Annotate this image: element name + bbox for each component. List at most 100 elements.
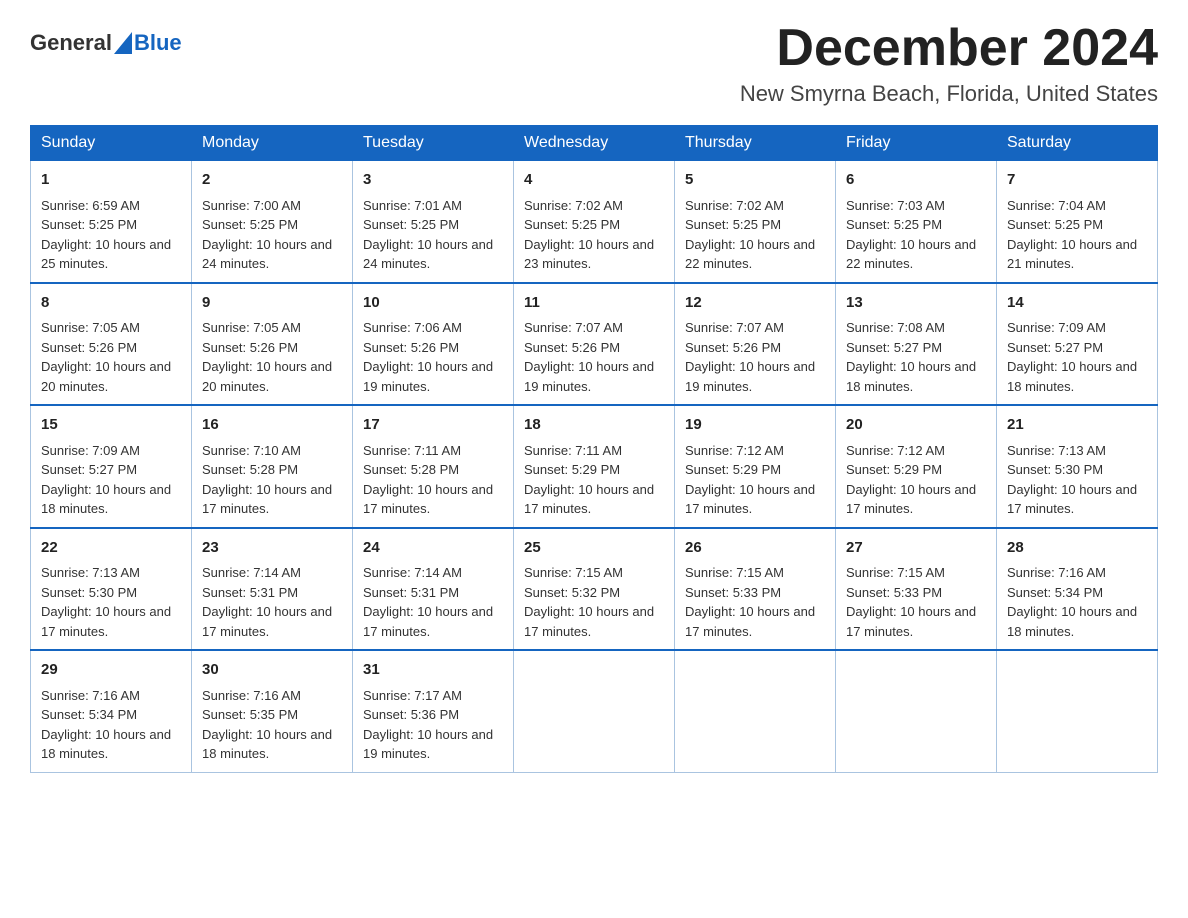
calendar-cell: 24Sunrise: 7:14 AMSunset: 5:31 PMDayligh… [353, 528, 514, 651]
day-info: Sunrise: 7:01 AMSunset: 5:25 PMDaylight:… [363, 196, 503, 274]
weekday-header-monday: Monday [192, 126, 353, 161]
day-info: Sunrise: 7:10 AMSunset: 5:28 PMDaylight:… [202, 441, 342, 519]
day-info: Sunrise: 7:07 AMSunset: 5:26 PMDaylight:… [685, 318, 825, 396]
day-number: 14 [1007, 292, 1147, 315]
calendar-cell: 21 Sunrise: 7:13 AMSunset: 5:30 PMDayligh… [997, 405, 1158, 528]
calendar-cell: 23 Sunrise: 7:14 AMSunset: 5:31 PMDayligh… [192, 528, 353, 651]
calendar-cell: 20Sunrise: 7:12 AMSunset: 5:29 PMDayligh… [836, 405, 997, 528]
calendar-cell: 4 Sunrise: 7:02 AMSunset: 5:25 PMDaylight… [514, 161, 675, 283]
calendar-cell: 31 Sunrise: 7:17 AMSunset: 5:36 PMDayligh… [353, 650, 514, 772]
calendar-cell: 30Sunrise: 7:16 AMSunset: 5:35 PMDayligh… [192, 650, 353, 772]
calendar-cell [836, 650, 997, 772]
day-number: 5 [685, 169, 825, 192]
day-number: 17 [363, 414, 503, 437]
calendar-cell: 8Sunrise: 7:05 AMSunset: 5:26 PMDaylight… [31, 283, 192, 406]
day-number: 7 [1007, 169, 1147, 192]
day-number: 28 [1007, 537, 1147, 560]
day-info: Sunrise: 7:04 AMSunset: 5:25 PMDaylight:… [1007, 196, 1147, 274]
location-subtitle: New Smyrna Beach, Florida, United States [740, 81, 1158, 107]
calendar-cell: 29 Sunrise: 7:16 AMSunset: 5:34 PMDayligh… [31, 650, 192, 772]
title-area: December 2024 New Smyrna Beach, Florida,… [740, 20, 1158, 107]
day-number: 4 [524, 169, 664, 192]
logo: General Blue [30, 30, 182, 56]
day-number: 13 [846, 292, 986, 315]
month-title: December 2024 [740, 20, 1158, 77]
calendar-week-row-3: 15Sunrise: 7:09 AMSunset: 5:27 PMDayligh… [31, 405, 1158, 528]
calendar-week-row-4: 22 Sunrise: 7:13 AMSunset: 5:30 PMDayligh… [31, 528, 1158, 651]
weekday-header-wednesday: Wednesday [514, 126, 675, 161]
day-info: Sunrise: 7:05 AMSunset: 5:26 PMDaylight:… [41, 318, 181, 396]
day-number: 23 [202, 537, 342, 560]
day-info: Sunrise: 7:02 AMSunset: 5:25 PMDaylight:… [524, 196, 664, 274]
day-info: Sunrise: 7:11 AMSunset: 5:29 PMDaylight:… [524, 441, 664, 519]
day-info: Sunrise: 7:16 AMSunset: 5:34 PMDaylight:… [41, 686, 181, 764]
day-number: 29 [41, 659, 181, 682]
day-info: Sunrise: 7:14 AMSunset: 5:31 PMDaylight:… [363, 563, 503, 641]
day-info: Sunrise: 7:02 AMSunset: 5:25 PMDaylight:… [685, 196, 825, 274]
calendar-cell: 18Sunrise: 7:11 AMSunset: 5:29 PMDayligh… [514, 405, 675, 528]
calendar-cell: 19 Sunrise: 7:12 AMSunset: 5:29 PMDayligh… [675, 405, 836, 528]
calendar-cell: 27 Sunrise: 7:15 AMSunset: 5:33 PMDayligh… [836, 528, 997, 651]
calendar-cell: 17 Sunrise: 7:11 AMSunset: 5:28 PMDayligh… [353, 405, 514, 528]
day-info: Sunrise: 7:09 AMSunset: 5:27 PMDaylight:… [1007, 318, 1147, 396]
calendar-week-row-2: 8Sunrise: 7:05 AMSunset: 5:26 PMDaylight… [31, 283, 1158, 406]
calendar-cell: 7 Sunrise: 7:04 AMSunset: 5:25 PMDaylight… [997, 161, 1158, 283]
day-number: 3 [363, 169, 503, 192]
day-number: 21 [1007, 414, 1147, 437]
day-info: Sunrise: 7:13 AMSunset: 5:30 PMDaylight:… [41, 563, 181, 641]
day-info: Sunrise: 7:09 AMSunset: 5:27 PMDaylight:… [41, 441, 181, 519]
logo-blue-text: Blue [134, 30, 182, 56]
calendar-cell: 6 Sunrise: 7:03 AMSunset: 5:25 PMDaylight… [836, 161, 997, 283]
day-info: Sunrise: 7:13 AMSunset: 5:30 PMDaylight:… [1007, 441, 1147, 519]
day-info: Sunrise: 6:59 AMSunset: 5:25 PMDaylight:… [41, 196, 181, 274]
day-number: 16 [202, 414, 342, 437]
day-number: 19 [685, 414, 825, 437]
day-info: Sunrise: 7:03 AMSunset: 5:25 PMDaylight:… [846, 196, 986, 274]
calendar-cell: 11Sunrise: 7:07 AMSunset: 5:26 PMDayligh… [514, 283, 675, 406]
day-number: 31 [363, 659, 503, 682]
day-info: Sunrise: 7:11 AMSunset: 5:28 PMDaylight:… [363, 441, 503, 519]
day-info: Sunrise: 7:00 AMSunset: 5:25 PMDaylight:… [202, 196, 342, 274]
day-info: Sunrise: 7:15 AMSunset: 5:32 PMDaylight:… [524, 563, 664, 641]
calendar-cell [675, 650, 836, 772]
weekday-header-friday: Friday [836, 126, 997, 161]
weekday-header-thursday: Thursday [675, 126, 836, 161]
calendar-cell: 1 Sunrise: 6:59 AMSunset: 5:25 PMDaylight… [31, 161, 192, 283]
day-info: Sunrise: 7:14 AMSunset: 5:31 PMDaylight:… [202, 563, 342, 641]
day-number: 26 [685, 537, 825, 560]
logo-triangle-icon [114, 32, 132, 54]
calendar-cell: 13Sunrise: 7:08 AMSunset: 5:27 PMDayligh… [836, 283, 997, 406]
header: General Blue December 2024 New Smyrna Be… [30, 20, 1158, 107]
day-number: 1 [41, 169, 181, 192]
day-number: 27 [846, 537, 986, 560]
calendar-cell: 9 Sunrise: 7:05 AMSunset: 5:26 PMDaylight… [192, 283, 353, 406]
day-number: 9 [202, 292, 342, 315]
day-info: Sunrise: 7:16 AMSunset: 5:34 PMDaylight:… [1007, 563, 1147, 641]
weekday-header-tuesday: Tuesday [353, 126, 514, 161]
day-info: Sunrise: 7:15 AMSunset: 5:33 PMDaylight:… [685, 563, 825, 641]
calendar-week-row-1: 1 Sunrise: 6:59 AMSunset: 5:25 PMDaylight… [31, 161, 1158, 283]
day-number: 12 [685, 292, 825, 315]
calendar-week-row-5: 29 Sunrise: 7:16 AMSunset: 5:34 PMDayligh… [31, 650, 1158, 772]
day-info: Sunrise: 7:17 AMSunset: 5:36 PMDaylight:… [363, 686, 503, 764]
calendar-cell: 3 Sunrise: 7:01 AMSunset: 5:25 PMDaylight… [353, 161, 514, 283]
calendar-cell: 16 Sunrise: 7:10 AMSunset: 5:28 PMDayligh… [192, 405, 353, 528]
day-info: Sunrise: 7:06 AMSunset: 5:26 PMDaylight:… [363, 318, 503, 396]
weekday-header-sunday: Sunday [31, 126, 192, 161]
day-number: 11 [524, 292, 664, 315]
day-info: Sunrise: 7:05 AMSunset: 5:26 PMDaylight:… [202, 318, 342, 396]
day-number: 6 [846, 169, 986, 192]
calendar-cell: 28 Sunrise: 7:16 AMSunset: 5:34 PMDayligh… [997, 528, 1158, 651]
day-number: 22 [41, 537, 181, 560]
day-info: Sunrise: 7:12 AMSunset: 5:29 PMDaylight:… [685, 441, 825, 519]
calendar-cell [997, 650, 1158, 772]
day-info: Sunrise: 7:16 AMSunset: 5:35 PMDaylight:… [202, 686, 342, 764]
day-info: Sunrise: 7:12 AMSunset: 5:29 PMDaylight:… [846, 441, 986, 519]
day-number: 10 [363, 292, 503, 315]
calendar-table: SundayMondayTuesdayWednesdayThursdayFrid… [30, 125, 1158, 773]
calendar-cell: 26 Sunrise: 7:15 AMSunset: 5:33 PMDayligh… [675, 528, 836, 651]
logo-general-text: General [30, 30, 112, 56]
day-number: 2 [202, 169, 342, 192]
day-info: Sunrise: 7:15 AMSunset: 5:33 PMDaylight:… [846, 563, 986, 641]
calendar-cell [514, 650, 675, 772]
